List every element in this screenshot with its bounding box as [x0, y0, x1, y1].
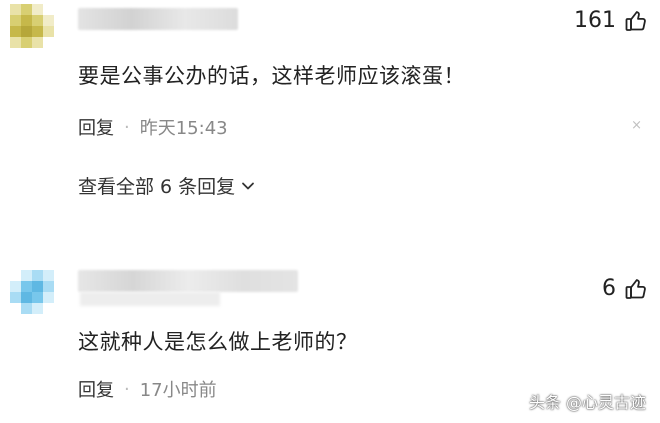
- chevron-down-icon: [242, 182, 255, 189]
- like-count: 6: [602, 276, 616, 301]
- thumbs-up-icon[interactable]: [624, 277, 648, 301]
- comment-time: 17小时前: [139, 380, 217, 401]
- close-icon[interactable]: ×: [631, 118, 642, 133]
- comment-meta: 回复 · 昨天15:43: [78, 114, 228, 140]
- view-all-replies-label: 查看全部 6 条回复: [78, 176, 236, 198]
- comment-item: 161 要是公事公办的话，这样老师应该滚蛋！ 回复 · 昨天15:43 × 查看…: [0, 0, 660, 250]
- reply-button[interactable]: 回复: [78, 376, 114, 402]
- avatar[interactable]: [10, 4, 54, 48]
- comment-text: 要是公事公办的话，这样老师应该滚蛋！: [78, 64, 465, 88]
- like-count: 161: [574, 8, 616, 33]
- like-button[interactable]: 6: [602, 276, 648, 301]
- username-blurred[interactable]: [78, 8, 238, 30]
- view-all-replies-button[interactable]: 查看全部 6 条回复: [78, 172, 255, 199]
- comment-text: 这就种人是怎么做上老师的？: [78, 330, 358, 354]
- like-button[interactable]: 161: [574, 8, 648, 33]
- comment-meta: 回复 · 17小时前: [78, 376, 217, 402]
- meta-separator: ·: [124, 378, 130, 400]
- comment-time: 昨天15:43: [139, 118, 228, 139]
- meta-separator: ·: [124, 116, 130, 138]
- username-blurred-secondary: [80, 292, 220, 306]
- username-blurred[interactable]: [78, 270, 298, 292]
- source-watermark: 头条 @心灵古迹: [528, 393, 646, 412]
- reply-button[interactable]: 回复: [78, 114, 114, 140]
- avatar[interactable]: [10, 270, 54, 314]
- thumbs-up-icon[interactable]: [624, 9, 648, 33]
